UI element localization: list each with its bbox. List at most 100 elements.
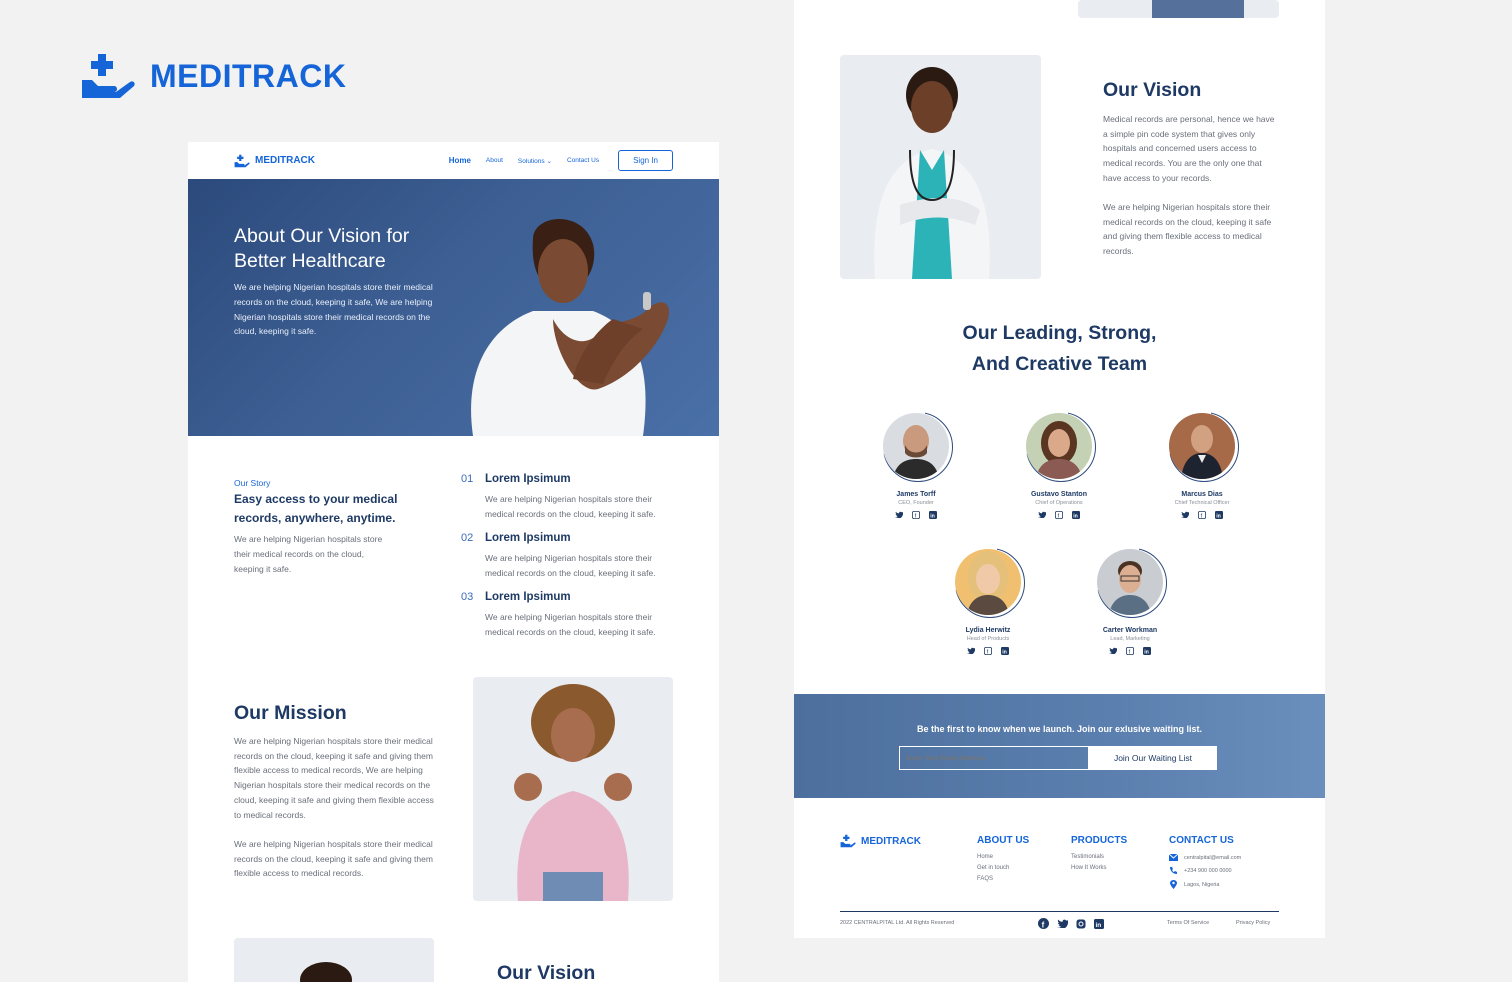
svg-text:f: f <box>1129 649 1131 655</box>
nav-link-home[interactable]: Home <box>449 156 471 165</box>
social-links: f in <box>1152 511 1252 519</box>
twitter-icon[interactable] <box>1057 919 1068 928</box>
story-item-text: We are helping Nigerian hospitals store … <box>485 612 656 637</box>
footer-link-get-in-touch[interactable]: Get in touch <box>977 865 1029 871</box>
terms-link[interactable]: Terms Of Service <box>1167 920 1209 926</box>
hero-person-image <box>471 219 669 436</box>
top-nav: MEDITRACK Home About Solutions ⌄ Contact… <box>188 142 719 179</box>
footer-link-faqs[interactable]: FAQS <box>977 876 1029 882</box>
nav-link-solutions[interactable]: Solutions ⌄ <box>518 157 552 165</box>
join-waitlist-button[interactable]: Join Our Waiting List <box>1089 746 1217 770</box>
footer-link-home[interactable]: Home <box>977 854 1029 860</box>
facebook-icon[interactable]: f <box>1126 647 1134 655</box>
nav-link-about[interactable]: About <box>486 157 503 164</box>
member-name: Marcus Dias <box>1181 491 1223 498</box>
story-item-text: We are helping Nigerian hospitals store … <box>485 494 656 519</box>
facebook-icon[interactable]: f <box>1055 511 1063 519</box>
svg-text:f: f <box>1058 513 1060 519</box>
member-name: James Torff <box>896 491 936 498</box>
team-member-card: Gustavo Stanton Chief of Operations f in <box>1009 412 1109 519</box>
svg-text:in: in <box>1216 513 1221 519</box>
page-preview-left: MEDITRACK Home About Solutions ⌄ Contact… <box>188 142 719 982</box>
story-item-number: 02 <box>461 532 474 544</box>
team-title-line-1: Our Leading, Strong, <box>962 322 1157 344</box>
svg-text:f: f <box>915 513 917 519</box>
social-links: f in <box>866 511 966 519</box>
avatar <box>1026 413 1092 479</box>
chevron-down-icon: ⌄ <box>546 157 552 165</box>
brand-logo: MEDITRACK <box>80 52 346 100</box>
medical-hand-icon <box>840 834 856 848</box>
member-name: Gustavo Stanton <box>1030 491 1087 498</box>
story-item-title: Lorem Ipsimum <box>485 473 571 485</box>
vision-title-preview: Our Vision <box>497 962 596 982</box>
linkedin-icon[interactable]: in <box>1215 511 1223 519</box>
footer-link-how-it-works[interactable]: How It Works <box>1071 865 1127 871</box>
twitter-icon[interactable] <box>967 647 975 654</box>
svg-text:f: f <box>987 649 989 655</box>
svg-text:in: in <box>1096 922 1102 929</box>
facebook-icon[interactable]: f <box>1038 918 1049 929</box>
contact-phone[interactable]: +234 900 000 0000 <box>1169 866 1241 875</box>
contact-email[interactable]: centralpital@email.com <box>1169 854 1241 861</box>
story-item-text: We are helping Nigerian hospitals store … <box>485 553 656 578</box>
member-role: Chief of Operations <box>1035 500 1083 506</box>
footer: MEDITRACK ABOUT US Home Get in touch FAQ… <box>794 798 1325 938</box>
footer-link-testimonials[interactable]: Testimonials <box>1071 854 1127 860</box>
story-item-number: 03 <box>461 591 474 603</box>
twitter-icon[interactable] <box>895 511 903 518</box>
linkedin-icon[interactable]: in <box>929 511 937 519</box>
svg-text:f: f <box>1042 921 1045 930</box>
story-item-number: 01 <box>461 473 474 485</box>
hero-title: About Our Vision for Better Healthcare <box>234 225 410 272</box>
copyright-text: 2022 CENTRALPITAL Ltd. All Rights Reserv… <box>840 920 955 926</box>
facebook-icon[interactable]: f <box>984 647 992 655</box>
email-input[interactable] <box>899 746 1089 770</box>
social-links: f in <box>1080 647 1180 655</box>
footer-contact-column: CONTACT US centralpital@email.com +234 9… <box>1169 835 1241 894</box>
avatar-image <box>893 425 939 479</box>
nav-link-contact[interactable]: Contact Us <box>567 157 599 164</box>
svg-text:in: in <box>930 513 935 519</box>
instagram-icon[interactable] <box>1076 919 1086 929</box>
location-pin-icon <box>1170 880 1177 889</box>
twitter-icon[interactable] <box>1038 511 1046 518</box>
facebook-icon[interactable]: f <box>1198 511 1206 519</box>
svg-text:in: in <box>1144 649 1149 655</box>
brand-name: MEDITRACK <box>150 57 347 94</box>
hero-section: About Our Vision for Better Healthcare W… <box>188 179 719 436</box>
member-role: CEO, Founder <box>898 500 934 506</box>
footer-divider <box>840 911 1279 912</box>
story-item-title: Lorem Ipsimum <box>485 591 571 603</box>
page-preview-right: Our Vision Medical records are personal,… <box>794 0 1325 938</box>
member-name: Carter Workman <box>1102 627 1158 634</box>
linkedin-icon[interactable]: in <box>1094 918 1104 929</box>
our-story-text: We are helping Nigerian hospitals store … <box>234 534 383 574</box>
twitter-icon[interactable] <box>1109 647 1117 654</box>
jeans-image <box>1152 0 1244 18</box>
medical-hand-icon <box>234 154 250 167</box>
twitter-icon[interactable] <box>1181 511 1189 518</box>
footer-logo[interactable]: MEDITRACK <box>840 834 921 848</box>
mission-person-image <box>514 684 632 901</box>
nav-logo[interactable]: MEDITRACK <box>234 154 315 168</box>
mission-text-2: We are helping Nigerian hospitals store … <box>234 839 433 879</box>
linkedin-icon[interactable]: in <box>1143 647 1151 655</box>
member-role: Lead, Marketing <box>1110 636 1150 642</box>
avatar <box>883 413 949 479</box>
linkedin-icon[interactable]: in <box>1001 647 1009 655</box>
linkedin-icon[interactable]: in <box>1072 511 1080 519</box>
nav-logo-text: MEDITRACK <box>255 155 315 166</box>
sign-in-button[interactable]: Sign In <box>618 150 673 171</box>
our-story-title: Easy access to your medical records, any… <box>234 492 398 525</box>
doctor-image <box>874 67 990 279</box>
privacy-link[interactable]: Privacy Policy <box>1236 920 1270 926</box>
footer-logo-text: MEDITRACK <box>861 835 921 847</box>
avatar-image <box>1036 421 1082 479</box>
phone-icon <box>1170 867 1177 874</box>
member-role: Chief Technical Officer <box>1174 500 1230 506</box>
team-title: Our Leading, Strong, And Creative Team <box>794 318 1325 380</box>
top-image-clip <box>1078 0 1279 18</box>
facebook-icon[interactable]: f <box>912 511 920 519</box>
waitlist-section: Be the first to know when we launch. Joi… <box>794 694 1325 798</box>
